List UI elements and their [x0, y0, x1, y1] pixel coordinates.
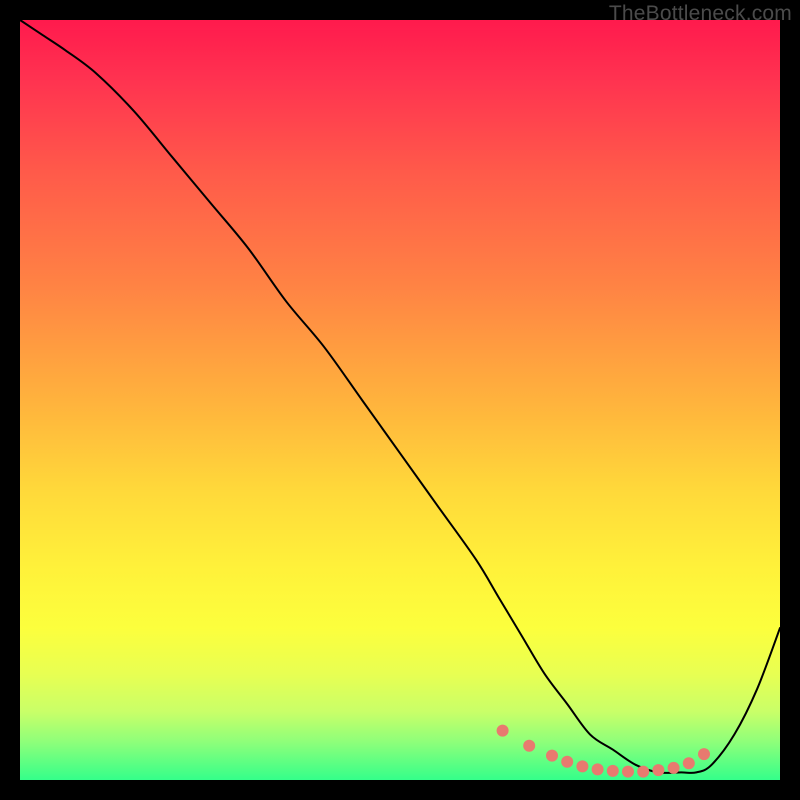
marker-dot [683, 757, 695, 769]
main-curve [20, 20, 780, 773]
marker-dot [592, 763, 604, 775]
marker-dot [546, 750, 558, 762]
marker-dot [576, 760, 588, 772]
marker-dot [607, 765, 619, 777]
marker-dot [637, 766, 649, 778]
marker-dots [497, 725, 710, 778]
marker-dot [622, 766, 634, 778]
marker-dot [523, 740, 535, 752]
chart-svg [20, 20, 780, 780]
marker-dot [497, 725, 509, 737]
marker-dot [561, 756, 573, 768]
watermark-text: TheBottleneck.com [609, 2, 792, 26]
plot-area [20, 20, 780, 780]
marker-dot [652, 764, 664, 776]
chart-frame: TheBottleneck.com [0, 0, 800, 800]
marker-dot [668, 762, 680, 774]
marker-dot [698, 748, 710, 760]
